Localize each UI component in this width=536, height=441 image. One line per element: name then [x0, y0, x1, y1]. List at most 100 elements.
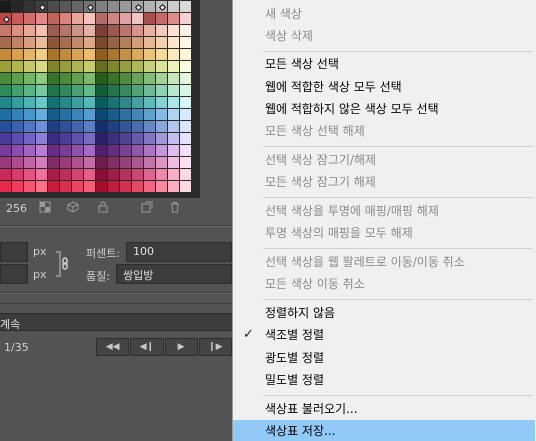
color-swatch[interactable] [36, 37, 47, 48]
color-swatch[interactable] [84, 73, 95, 84]
color-swatch[interactable] [144, 121, 155, 132]
menu-item-save-color-table[interactable]: 색상표 저장... [233, 420, 535, 441]
color-swatch[interactable] [36, 13, 47, 24]
color-swatch[interactable] [12, 121, 23, 132]
color-swatch[interactable] [48, 37, 59, 48]
color-swatch[interactable] [24, 49, 35, 60]
color-swatch[interactable] [96, 13, 107, 24]
color-swatch[interactable] [120, 37, 131, 48]
color-swatch[interactable] [12, 73, 23, 84]
color-swatch[interactable] [24, 109, 35, 120]
menu-item-unsorted[interactable]: 정렬하지 않음 [233, 302, 535, 324]
color-swatch[interactable] [108, 97, 119, 108]
color-swatch[interactable] [84, 37, 95, 48]
color-swatch[interactable] [0, 25, 11, 36]
color-swatch[interactable] [168, 13, 179, 24]
menu-item-delete-color[interactable]: 색상 삭제 [233, 25, 535, 47]
color-swatch[interactable] [144, 37, 155, 48]
color-swatch[interactable] [96, 25, 107, 36]
color-swatch[interactable] [0, 37, 11, 48]
color-swatch[interactable] [24, 145, 35, 156]
color-swatch[interactable] [156, 121, 167, 132]
color-swatch[interactable] [72, 121, 83, 132]
color-swatch[interactable] [144, 133, 155, 144]
menu-item-select-web-safe[interactable]: 웹에 적합한 색상 모두 선택 [233, 76, 535, 98]
color-swatch[interactable] [24, 13, 35, 24]
color-swatch[interactable] [96, 169, 107, 180]
color-swatch[interactable] [24, 121, 35, 132]
first-frame-button[interactable]: ◀◀ [96, 338, 130, 356]
color-swatch[interactable] [72, 169, 83, 180]
color-swatch[interactable] [0, 169, 11, 180]
color-swatch[interactable] [180, 25, 191, 36]
color-swatch[interactable] [96, 85, 107, 96]
color-swatch[interactable] [36, 133, 47, 144]
color-swatch[interactable] [36, 157, 47, 168]
menu-item-sort-by-hue[interactable]: ✓ 색조별 정렬 [233, 324, 535, 346]
color-swatch[interactable] [24, 37, 35, 48]
color-swatch[interactable] [132, 109, 143, 120]
color-swatch[interactable] [96, 109, 107, 120]
color-swatch[interactable] [0, 181, 11, 192]
color-swatch[interactable] [132, 85, 143, 96]
color-swatch[interactable] [0, 121, 11, 132]
color-swatch[interactable] [12, 181, 23, 192]
color-swatch[interactable] [36, 49, 47, 60]
menu-item-shift-to-web[interactable]: 선택 색상을 웹 팔레트로 이동/이동 취소 [233, 251, 535, 273]
width-field[interactable] [0, 242, 28, 262]
color-swatch[interactable] [156, 181, 167, 192]
color-swatch[interactable] [36, 181, 47, 192]
color-swatch[interactable] [0, 157, 11, 168]
color-swatch[interactable] [36, 97, 47, 108]
color-swatch[interactable] [108, 157, 119, 168]
color-swatch[interactable] [24, 169, 35, 180]
color-swatch[interactable] [36, 73, 47, 84]
color-swatch[interactable] [96, 97, 107, 108]
color-swatch[interactable] [48, 49, 59, 60]
color-swatch[interactable] [156, 25, 167, 36]
color-swatch[interactable] [132, 1, 143, 12]
color-swatch[interactable] [72, 109, 83, 120]
color-swatch[interactable] [48, 121, 59, 132]
color-swatch[interactable] [12, 85, 23, 96]
color-swatch[interactable] [84, 121, 95, 132]
color-swatch[interactable] [36, 169, 47, 180]
web-snap-icon[interactable] [38, 201, 52, 215]
color-swatch[interactable] [132, 157, 143, 168]
color-swatch[interactable] [72, 1, 83, 12]
color-swatch[interactable] [144, 169, 155, 180]
color-swatch[interactable] [36, 145, 47, 156]
color-swatch[interactable] [168, 157, 179, 168]
menu-item-unlock-all[interactable]: 모든 색상 잠그기 해제 [233, 171, 535, 193]
color-swatch[interactable] [168, 121, 179, 132]
color-swatch[interactable] [48, 97, 59, 108]
color-swatch[interactable] [120, 1, 131, 12]
color-swatch[interactable] [72, 157, 83, 168]
color-swatch[interactable] [12, 13, 23, 24]
color-swatch[interactable] [96, 181, 107, 192]
color-swatch[interactable] [96, 49, 107, 60]
loop-options-select[interactable]: 계속 [0, 313, 232, 331]
color-swatch[interactable] [84, 25, 95, 36]
percent-field[interactable]: 100 [126, 242, 232, 262]
link-icon[interactable] [55, 250, 69, 278]
color-swatch[interactable] [144, 85, 155, 96]
color-swatch[interactable] [144, 145, 155, 156]
color-swatch[interactable] [84, 169, 95, 180]
color-swatch[interactable] [12, 169, 23, 180]
color-swatch[interactable] [0, 73, 11, 84]
color-swatch[interactable] [120, 61, 131, 72]
menu-item-unshift-all[interactable]: 모든 색상 이동 취소 [233, 273, 535, 295]
color-swatch[interactable] [0, 133, 11, 144]
color-swatch[interactable] [84, 13, 95, 24]
color-swatch[interactable] [180, 169, 191, 180]
color-swatch[interactable] [12, 157, 23, 168]
color-swatch[interactable] [60, 61, 71, 72]
color-swatch[interactable] [156, 61, 167, 72]
color-swatch[interactable] [48, 133, 59, 144]
color-swatch[interactable] [108, 49, 119, 60]
color-swatch[interactable] [132, 181, 143, 192]
cube-icon[interactable] [66, 201, 80, 215]
color-swatch[interactable] [168, 181, 179, 192]
color-swatch[interactable] [156, 1, 167, 12]
